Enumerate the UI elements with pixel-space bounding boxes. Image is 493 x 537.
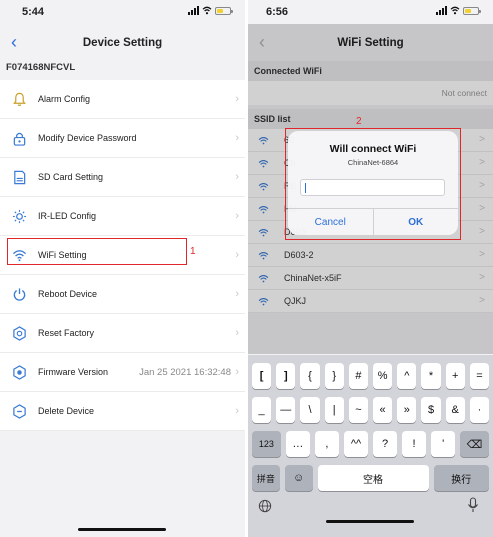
menu-item-reset-factory[interactable]: Reset Factory › [0, 314, 245, 353]
key[interactable]: = [469, 363, 490, 389]
key[interactable]: * [421, 363, 441, 389]
delete-icon [13, 404, 26, 419]
page-title: Device Setting [82, 37, 163, 49]
menu-label: Reset Factory [38, 328, 95, 338]
signal-icon [436, 6, 447, 15]
menu-label: Alarm Config [38, 94, 91, 104]
keyboard-row-3: 123 … , ^^ ? ! ' ⌫ [252, 431, 489, 457]
key[interactable]: & [445, 397, 465, 423]
menu-label: Delete Device [38, 406, 95, 416]
key[interactable]: « [373, 397, 393, 423]
reset-icon [13, 326, 26, 341]
key[interactable]: } [324, 363, 344, 389]
menu-label: Modify Device Password [38, 133, 137, 143]
keyboard-row-4: 拼音 ☺ 空格 换行 [252, 465, 489, 491]
status-bar: 6:56 [248, 0, 493, 24]
key[interactable]: { [300, 363, 320, 389]
keyboard-row-2: _ — \ | ~ « » $ & · [252, 397, 490, 423]
menu-label: SD Card Setting [38, 172, 104, 182]
chevron-right-icon: › [235, 327, 239, 339]
menu-label: IR-LED Config [38, 211, 97, 221]
menu-item-reboot[interactable]: Reboot Device › [0, 275, 245, 314]
status-time: 5:44 [22, 6, 45, 18]
key[interactable]: [ [252, 363, 272, 389]
chevron-right-icon: › [235, 210, 239, 222]
key[interactable]: \ [300, 397, 320, 423]
globe-icon[interactable] [258, 499, 272, 513]
key[interactable]: ] [276, 363, 296, 389]
firmware-icon [13, 365, 26, 380]
home-indicator [326, 520, 414, 523]
chevron-right-icon: › [235, 405, 239, 417]
firmware-version-value: Jan 25 2021 16:32:48 [139, 366, 231, 378]
menu-label: Reboot Device [38, 289, 98, 299]
keyboard-bottom-bar [248, 489, 493, 537]
bell-icon [13, 92, 26, 106]
power-icon [13, 288, 26, 301]
menu-item-ir-led[interactable]: IR-LED Config › [0, 197, 245, 236]
pinyin-key[interactable]: 拼音 [252, 465, 280, 491]
key[interactable]: … [285, 431, 310, 457]
key[interactable]: ^^ [343, 431, 368, 457]
step-number-1: 1 [190, 246, 196, 257]
wifi-status-icon [202, 6, 212, 15]
system-icons [436, 6, 481, 15]
key[interactable]: _ [252, 397, 272, 423]
battery-icon [463, 6, 481, 15]
wifi-setting-screen: 6:56 ‹ WiFi Setting Connected WiFi Not c… [248, 0, 493, 537]
battery-icon [215, 6, 233, 15]
key[interactable]: ! [402, 431, 427, 457]
key[interactable]: ? [373, 431, 398, 457]
sun-icon [12, 209, 27, 224]
menu-item-alarm-config[interactable]: Alarm Config › [0, 80, 245, 119]
status-bar: 5:44 [0, 0, 245, 24]
key[interactable]: ~ [348, 397, 369, 423]
chevron-right-icon: › [235, 93, 239, 105]
key[interactable]: | [324, 397, 344, 423]
chevron-right-icon: › [235, 288, 239, 300]
signal-icon [188, 6, 199, 15]
keyboard-row-1: [ ] { } # % ^ * + = [252, 363, 490, 389]
symbol-keyboard: [ ] { } # % ^ * + = _ — \ | ~ « » $ & · … [248, 355, 493, 537]
key[interactable]: , [314, 431, 339, 457]
space-key[interactable]: 空格 [317, 465, 429, 491]
system-icons [188, 6, 233, 15]
menu-item-delete-device[interactable]: Delete Device › [0, 392, 245, 431]
delete-key-icon[interactable]: ⌫ [460, 431, 489, 457]
home-indicator [78, 528, 166, 531]
chevron-right-icon: › [235, 132, 239, 144]
status-time: 6:56 [266, 6, 289, 18]
lock-icon [13, 132, 26, 146]
highlight-box-wifi-setting [7, 238, 187, 265]
wifi-status-icon [450, 6, 460, 15]
key[interactable]: + [445, 363, 465, 389]
emoji-key-icon[interactable]: ☺ [284, 465, 313, 491]
nav-bar: ‹ Device Setting [0, 28, 245, 58]
menu-item-firmware-version[interactable]: Firmware Version Jan 25 2021 16:32:48 › [0, 353, 245, 392]
numbers-key[interactable]: 123 [252, 431, 281, 457]
menu-item-sd-card[interactable]: SD Card Setting › [0, 158, 245, 197]
menu-label: Firmware Version [38, 367, 109, 377]
step-number-2: 2 [356, 116, 362, 127]
return-key[interactable]: 换行 [433, 465, 489, 491]
device-id-label: F074168NFCVL [6, 62, 76, 73]
key[interactable]: » [397, 397, 417, 423]
highlight-box-dialog [285, 128, 461, 240]
sd-card-icon [14, 170, 26, 185]
key[interactable]: · [469, 397, 490, 423]
key[interactable]: — [276, 397, 296, 423]
key[interactable]: # [348, 363, 369, 389]
chevron-right-icon: › [235, 366, 239, 378]
key[interactable]: % [373, 363, 393, 389]
chevron-right-icon: › [235, 249, 239, 261]
chevron-right-icon: › [235, 171, 239, 183]
menu-item-modify-password[interactable]: Modify Device Password › [0, 119, 245, 158]
key[interactable]: $ [421, 397, 441, 423]
key[interactable]: ^ [397, 363, 417, 389]
device-setting-screen: 5:44 ‹ Device Setting F074168NFCVL Alarm… [0, 0, 245, 537]
key[interactable]: ' [431, 431, 456, 457]
microphone-icon[interactable] [467, 497, 479, 513]
